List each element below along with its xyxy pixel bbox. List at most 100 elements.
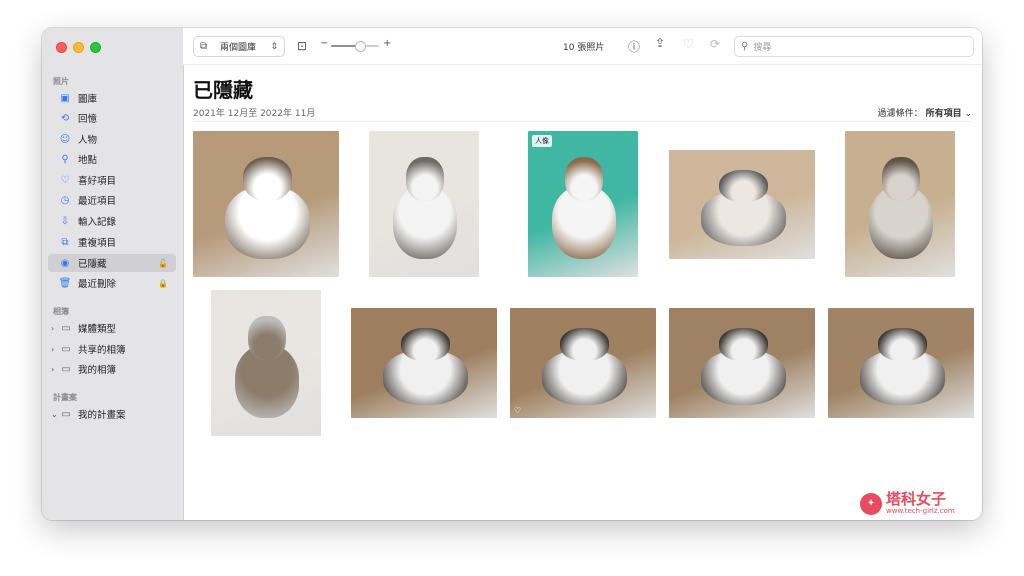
sidebar-item-label: 喜好項目 bbox=[78, 176, 117, 187]
eye-icon: ◉ bbox=[60, 257, 70, 269]
share-icon[interactable]: ⇪ bbox=[655, 36, 665, 50]
photos-app-window: 照片 ▣ 圖庫 ⟲ 回憶 ☺ 人物 ⚲ 地點 ♡ 喜好項目 ◷ 最近項目 ⇩ 輸… bbox=[42, 28, 982, 520]
zoom-in-button[interactable]: + bbox=[383, 38, 391, 49]
sidebar-item-label: 重複項目 bbox=[78, 238, 117, 249]
folder-icon: ▭ bbox=[61, 408, 71, 420]
sidebar-item-memories[interactable]: ⟲ 回憶 bbox=[48, 109, 176, 127]
sidebar-item-recently-deleted[interactable]: 🗑 最近刪除 🔒 bbox=[48, 274, 176, 292]
sidebar-item-label: 地點 bbox=[78, 155, 98, 166]
sidebar-item-my-projects[interactable]: ⌄ ▭ 我的計畫案 bbox=[48, 405, 176, 423]
photo-thumbnail[interactable] bbox=[351, 308, 497, 418]
import-icon: ⇩ bbox=[60, 215, 70, 227]
sidebar-item-label: 最近刪除 bbox=[78, 279, 117, 290]
photo-thumbnail[interactable] bbox=[828, 308, 974, 418]
info-icon[interactable]: ⓘ bbox=[628, 38, 640, 55]
sidebar-item-label: 最近項目 bbox=[78, 196, 117, 207]
zoom-out-button[interactable]: − bbox=[320, 38, 328, 49]
sidebar-item-label: 輸入記錄 bbox=[78, 217, 117, 228]
photo-count: 10 張照片 bbox=[563, 43, 605, 53]
sidebar-item-imports[interactable]: ⇩ 輸入記錄 bbox=[48, 212, 176, 230]
folder-icon: ▭ bbox=[61, 363, 71, 375]
sidebar-item-label: 人物 bbox=[78, 135, 98, 146]
chevron-right-icon[interactable]: › bbox=[51, 345, 54, 354]
sidebar-section-albums: 相簿 bbox=[53, 307, 69, 316]
zoom-slider-knob[interactable] bbox=[354, 41, 366, 52]
cat-head-shape bbox=[559, 327, 610, 361]
photo-thumbnail[interactable] bbox=[669, 150, 815, 259]
library-view-label: 兩個圖庫 bbox=[220, 43, 257, 53]
sidebar-item-label: 媒體類型 bbox=[78, 324, 117, 335]
sidebar-item-label: 我的計畫案 bbox=[78, 410, 126, 421]
photo-thumbnail[interactable]: ♡ bbox=[510, 308, 656, 418]
photo-thumbnail[interactable] bbox=[369, 131, 479, 277]
sidebar-item-my-albums[interactable]: › ▭ 我的相簿 bbox=[48, 360, 176, 378]
cat-head-shape bbox=[718, 169, 769, 203]
zoom-slider[interactable] bbox=[331, 41, 379, 52]
sidebar-item-library[interactable]: ▣ 圖庫 bbox=[48, 89, 176, 107]
clock-icon: ◷ bbox=[60, 194, 70, 206]
library-view-select[interactable]: ⧉ 兩個圖庫 ⇕ bbox=[193, 36, 285, 57]
watermark-logo-icon: ✦ bbox=[860, 492, 882, 515]
sidebar-item-people[interactable]: ☺ 人物 bbox=[48, 130, 176, 148]
sidebar-item-duplicates[interactable]: ⧉ 重複項目 bbox=[48, 233, 176, 251]
search-field[interactable]: ⚲ 搜尋 bbox=[734, 36, 974, 57]
fullscreen-window-button[interactable] bbox=[90, 42, 101, 53]
places-icon: ⚲ bbox=[61, 153, 69, 165]
chevron-down-icon[interactable]: ⌄ bbox=[51, 410, 58, 419]
cat-head-shape bbox=[877, 327, 928, 361]
date-range: 2021年 12月至 2022年 11月 bbox=[193, 109, 316, 119]
sidebar-section-projects: 計畫案 bbox=[53, 393, 77, 402]
cat-head-shape bbox=[406, 157, 444, 202]
sidebar: 照片 ▣ 圖庫 ⟲ 回憶 ☺ 人物 ⚲ 地點 ♡ 喜好項目 ◷ 最近項目 ⇩ 輸… bbox=[42, 28, 184, 520]
chevron-down-icon: ⌄ bbox=[964, 109, 972, 119]
updown-chevron-icon: ⇕ bbox=[270, 41, 278, 52]
duplicates-icon: ⧉ bbox=[61, 236, 69, 248]
sidebar-item-media-types[interactable]: › ▭ 媒體類型 bbox=[48, 319, 176, 337]
photo-thumbnail[interactable] bbox=[193, 131, 339, 277]
filter-value: 所有項目 bbox=[925, 109, 962, 119]
cat-head-shape bbox=[565, 157, 603, 202]
trash-icon: 🗑 bbox=[58, 277, 72, 289]
folder-icon: ▭ bbox=[61, 343, 71, 355]
lock-icon: 🔒 bbox=[158, 278, 168, 288]
portrait-badge: 人像 bbox=[532, 135, 552, 147]
sidebar-item-label: 圖庫 bbox=[78, 94, 98, 105]
sidebar-item-favorites[interactable]: ♡ 喜好項目 bbox=[48, 171, 176, 189]
folder-icon: ▭ bbox=[61, 322, 71, 334]
cat-head-shape bbox=[718, 327, 769, 361]
cat-head-shape bbox=[882, 157, 920, 202]
unlocked-icon[interactable]: 🔓 bbox=[158, 259, 168, 268]
rotate-icon[interactable]: ⟳ bbox=[710, 37, 720, 51]
library-stack-icon: ⧉ bbox=[200, 41, 208, 52]
favorite-heart-icon[interactable]: ♡ bbox=[683, 37, 694, 51]
filter-label: 過濾條件： bbox=[877, 109, 923, 119]
sidebar-item-recents[interactable]: ◷ 最近項目 bbox=[48, 191, 176, 209]
photo-thumbnail[interactable] bbox=[669, 308, 815, 418]
cat-head-shape bbox=[400, 327, 451, 361]
photo-thumbnail[interactable] bbox=[845, 131, 955, 277]
watermark: ✦ 塔科女子 www.tech-girlz.com bbox=[860, 492, 955, 515]
window-controls bbox=[56, 42, 101, 53]
heart-icon: ♡ bbox=[60, 174, 70, 186]
photo-thumbnail[interactable] bbox=[211, 290, 321, 436]
sidebar-item-shared-albums[interactable]: › ▭ 共享的相簿 bbox=[48, 340, 176, 358]
page-title: 已隱藏 bbox=[193, 78, 253, 102]
aspect-fit-icon[interactable]: ⊡ bbox=[297, 39, 307, 53]
memories-icon: ⟲ bbox=[60, 112, 70, 124]
cat-head-shape bbox=[248, 316, 286, 361]
sidebar-item-places[interactable]: ⚲ 地點 bbox=[48, 150, 176, 168]
filter-dropdown[interactable]: 過濾條件： 所有項目 ⌄ bbox=[878, 106, 972, 119]
sidebar-section-photos: 照片 bbox=[53, 77, 69, 86]
sidebar-item-label: 回憶 bbox=[78, 114, 98, 125]
search-icon: ⚲ bbox=[741, 41, 749, 52]
people-icon: ☺ bbox=[59, 133, 71, 145]
photo-thumbnail[interactable]: 人像 bbox=[528, 131, 638, 277]
minimize-window-button[interactable] bbox=[73, 42, 84, 53]
sidebar-item-label: 我的相簿 bbox=[78, 365, 117, 376]
chevron-right-icon[interactable]: › bbox=[51, 324, 54, 333]
watermark-url: www.tech-girlz.com bbox=[886, 507, 955, 515]
sidebar-item-hidden[interactable]: ◉ 已隱藏 🔓 bbox=[48, 254, 176, 272]
toolbar: ⧉ 兩個圖庫 ⇕ ⊡ − + 10 張照片 ⓘ ⇪ ♡ ⟳ ⚲ 搜尋 bbox=[183, 28, 982, 65]
chevron-right-icon[interactable]: › bbox=[51, 365, 54, 374]
close-window-button[interactable] bbox=[56, 42, 67, 53]
